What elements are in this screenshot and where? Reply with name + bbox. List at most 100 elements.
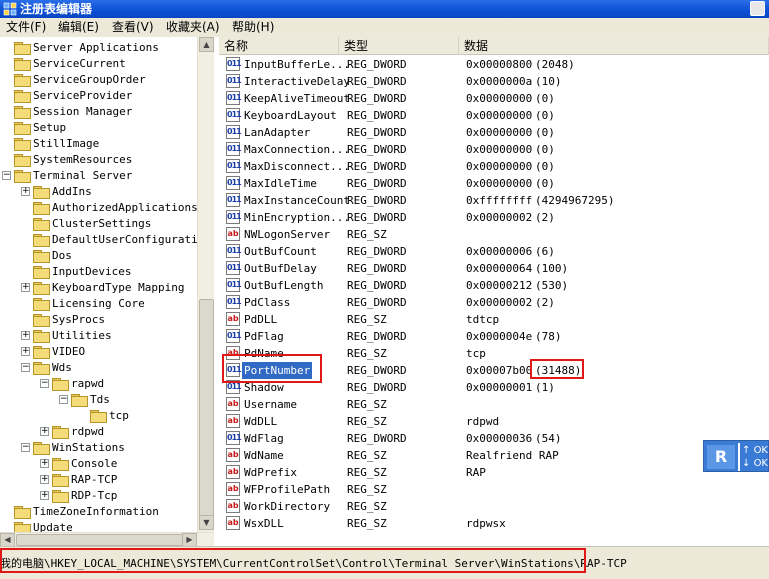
tree-item[interactable]: Setup bbox=[0, 120, 213, 136]
expand-icon[interactable]: + bbox=[40, 491, 49, 500]
scroll-left-icon[interactable]: ◀ bbox=[0, 533, 15, 547]
collapse-icon[interactable]: − bbox=[59, 395, 68, 404]
table-row[interactable]: ab WdDLL REG_SZ rdpwd bbox=[219, 413, 769, 430]
table-row[interactable]: 011 PortNumber REG_DWORD 0x00007b00 (31488) bbox=[219, 362, 769, 379]
table-row[interactable]: ab PdDLL REG_SZ tdtcp bbox=[219, 311, 769, 328]
expand-icon[interactable]: + bbox=[21, 187, 30, 196]
tree-item[interactable]: + AddIns bbox=[0, 184, 213, 200]
collapse-icon[interactable]: − bbox=[40, 379, 49, 388]
window-control-button[interactable] bbox=[750, 1, 765, 16]
menu-favorites[interactable]: 收藏夹(A) bbox=[166, 20, 220, 35]
table-row[interactable]: 011 InteractiveDelay REG_DWORD 0x0000000a (1… bbox=[219, 73, 769, 90]
table-row[interactable]: 011 InputBufferLe... REG_DWORD 0x00000800 (2… bbox=[219, 56, 769, 73]
table-row[interactable]: ab WdPrefix REG_SZ RAP bbox=[219, 464, 769, 481]
table-row[interactable]: 011 LanAdapter REG_DWORD 0x00000000 (0) bbox=[219, 124, 769, 141]
binary-value-icon: 011 bbox=[226, 244, 242, 258]
column-header-type[interactable]: 类型 bbox=[339, 37, 459, 55]
tree-item[interactable]: Session Manager bbox=[0, 104, 213, 120]
expand-icon[interactable]: + bbox=[21, 331, 30, 340]
tree-item[interactable]: ServiceCurrent bbox=[0, 56, 213, 72]
floating-tray-widget[interactable]: R ↑ OKE ↓ OKE bbox=[703, 440, 769, 472]
tree-item[interactable]: SysProcs bbox=[0, 312, 213, 328]
column-header-name[interactable]: 名称 bbox=[219, 37, 339, 55]
values-list[interactable]: 名称 类型 数据 011 InputBufferLe... REG_DWORD 0x0… bbox=[219, 37, 769, 546]
tree-item[interactable]: + Console bbox=[0, 456, 213, 472]
collapse-icon[interactable]: − bbox=[2, 171, 11, 180]
table-row[interactable]: ab WFProfilePath REG_SZ bbox=[219, 481, 769, 498]
table-row[interactable]: 011 OutBufLength REG_DWORD 0x00000212 (530) bbox=[219, 277, 769, 294]
binary-value-icon: 011 bbox=[226, 261, 242, 275]
menu-edit[interactable]: 编辑(E) bbox=[58, 20, 99, 35]
tree-vertical-scrollbar[interactable]: ▲ ▼ bbox=[197, 37, 214, 532]
table-row[interactable]: 011 WdFlag REG_DWORD 0x00000036 (54) bbox=[219, 430, 769, 447]
tree-item[interactable]: ServiceGroupOrder bbox=[0, 72, 213, 88]
scroll-down-icon[interactable]: ▼ bbox=[199, 515, 214, 530]
table-row[interactable]: ab PdName REG_SZ tcp bbox=[219, 345, 769, 362]
table-row[interactable]: 011 PdFlag REG_DWORD 0x0000004e (78) bbox=[219, 328, 769, 345]
scroll-up-icon[interactable]: ▲ bbox=[199, 37, 214, 52]
tree-item[interactable]: Dos bbox=[0, 248, 213, 264]
tree-item[interactable]: tcp bbox=[0, 408, 213, 424]
menu-view[interactable]: 查看(V) bbox=[112, 20, 154, 35]
tree-item[interactable]: ServiceProvider bbox=[0, 88, 213, 104]
tree-item[interactable]: + Utilities bbox=[0, 328, 213, 344]
table-row[interactable]: 011 PdClass REG_DWORD 0x00000002 (2) bbox=[219, 294, 769, 311]
menu-file[interactable]: 文件(F) bbox=[6, 20, 46, 35]
table-row[interactable]: 011 MaxInstanceCount REG_DWORD 0xffffffff (4… bbox=[219, 192, 769, 209]
tree-item[interactable]: AuthorizedApplications bbox=[0, 200, 213, 216]
tree-item-label: RAP-TCP bbox=[71, 473, 118, 486]
tree-item[interactable]: + KeyboardType Mapping bbox=[0, 280, 213, 296]
table-row[interactable]: 011 MaxDisconnect... REG_DWORD 0x00000000 (0… bbox=[219, 158, 769, 175]
value-name: Shadow bbox=[244, 381, 284, 394]
tree-item[interactable]: StillImage bbox=[0, 136, 213, 152]
tree-item[interactable]: + RDP-Tcp bbox=[0, 488, 213, 504]
table-row[interactable]: ab WorkDirectory REG_SZ bbox=[219, 498, 769, 515]
tree-item[interactable]: − Terminal Server bbox=[0, 168, 213, 184]
collapse-icon[interactable]: − bbox=[21, 443, 30, 452]
tree-item[interactable]: SystemResources bbox=[0, 152, 213, 168]
table-row[interactable]: 011 MinEncryption... REG_DWORD 0x00000002 (2… bbox=[219, 209, 769, 226]
column-header-data[interactable]: 数据 bbox=[459, 37, 769, 55]
tree-item[interactable]: + VIDEO bbox=[0, 344, 213, 360]
table-row[interactable]: 011 MaxIdleTime REG_DWORD 0x00000000 (0) bbox=[219, 175, 769, 192]
table-row[interactable]: 011 KeyboardLayout REG_DWORD 0x00000000 (0) bbox=[219, 107, 769, 124]
table-row[interactable]: ab Username REG_SZ bbox=[219, 396, 769, 413]
folder-icon bbox=[52, 426, 69, 439]
tree-horizontal-scrollbar[interactable]: ◀ ▶ bbox=[0, 532, 214, 547]
scroll-right-icon[interactable]: ▶ bbox=[182, 533, 197, 547]
tree-item[interactable]: DefaultUserConfiguration bbox=[0, 232, 213, 248]
tree-hscroll-thumb[interactable] bbox=[16, 534, 186, 546]
collapse-icon[interactable]: − bbox=[21, 363, 30, 372]
expand-icon[interactable]: + bbox=[21, 283, 30, 292]
value-data: RAP bbox=[466, 466, 486, 479]
table-row[interactable]: ab WdName REG_SZ Realfriend RAP bbox=[219, 447, 769, 464]
registry-tree[interactable]: Server Applications ServiceCurrent Service… bbox=[0, 37, 214, 532]
tree-item[interactable]: − Wds bbox=[0, 360, 213, 376]
table-row[interactable]: 011 KeepAliveTimeout REG_DWORD 0x00000000 (0… bbox=[219, 90, 769, 107]
expand-icon[interactable]: + bbox=[40, 475, 49, 484]
table-row[interactable]: ab WsxDLL REG_SZ rdpwsx bbox=[219, 515, 769, 532]
table-row[interactable]: 011 OutBufCount REG_DWORD 0x00000006 (6) bbox=[219, 243, 769, 260]
tree-item[interactable]: + RAP-TCP bbox=[0, 472, 213, 488]
binary-value-icon: 011 bbox=[226, 125, 242, 139]
tree-item[interactable]: TimeZoneInformation bbox=[0, 504, 213, 520]
table-row[interactable]: 011 MaxConnection... REG_DWORD 0x00000000 (0… bbox=[219, 141, 769, 158]
tree-item[interactable]: Server Applications bbox=[0, 40, 213, 56]
title-bar[interactable]: 注册表编辑器 bbox=[0, 0, 769, 18]
menu-help[interactable]: 帮助(H) bbox=[232, 20, 274, 35]
tree-item[interactable]: − Tds bbox=[0, 392, 213, 408]
expand-icon[interactable]: + bbox=[21, 347, 30, 356]
table-row[interactable]: ab NWLogonServer REG_SZ bbox=[219, 226, 769, 243]
tree-scroll-thumb[interactable] bbox=[199, 299, 214, 519]
tree-item[interactable]: Update bbox=[0, 520, 213, 532]
table-row[interactable]: 011 OutBufDelay REG_DWORD 0x00000064 (100) bbox=[219, 260, 769, 277]
tree-item[interactable]: InputDevices bbox=[0, 264, 213, 280]
tree-item[interactable]: − rapwd bbox=[0, 376, 213, 392]
tree-item[interactable]: + rdpwd bbox=[0, 424, 213, 440]
expand-icon[interactable]: + bbox=[40, 427, 49, 436]
tree-item[interactable]: ClusterSettings bbox=[0, 216, 213, 232]
tree-item[interactable]: − WinStations bbox=[0, 440, 213, 456]
table-row[interactable]: 011 Shadow REG_DWORD 0x00000001 (1) bbox=[219, 379, 769, 396]
expand-icon[interactable]: + bbox=[40, 459, 49, 468]
tree-item[interactable]: Licensing Core bbox=[0, 296, 213, 312]
